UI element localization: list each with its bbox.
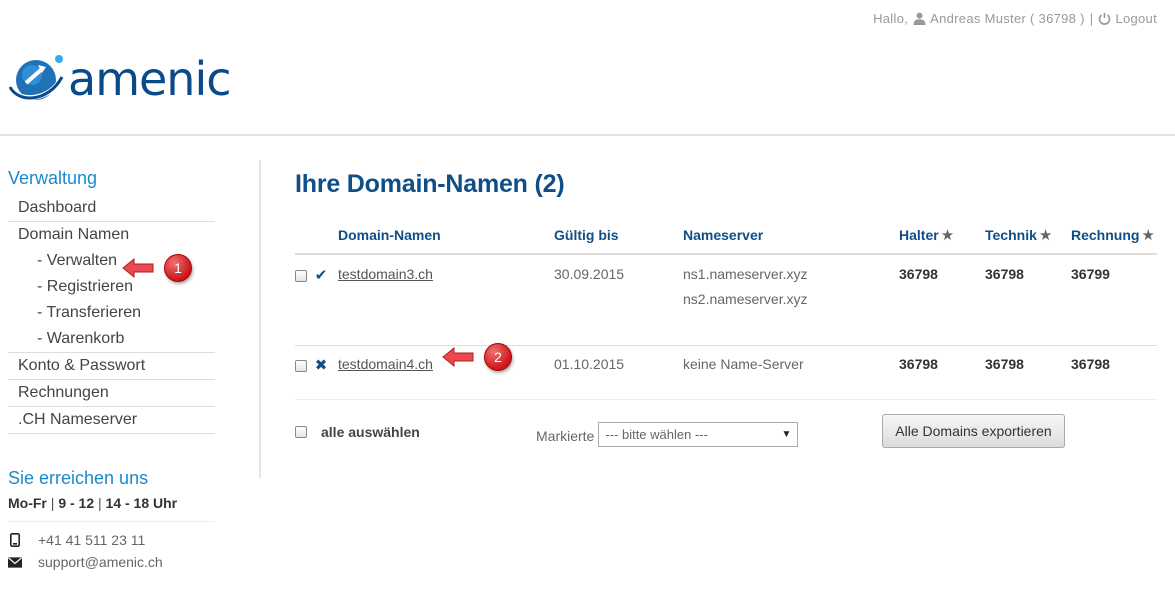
- hours-separator: |: [98, 495, 102, 511]
- hours-slot-1: 9 - 12: [58, 495, 95, 511]
- table-row: ✖ testdomain4.ch 01.10.2015 keine Name-S…: [295, 345, 1157, 400]
- header-holder-label: Halter: [899, 227, 939, 243]
- star-icon: ★: [940, 227, 955, 244]
- table-row: ✔ testdomain3.ch 30.09.2015 ns1.nameserv…: [295, 254, 1157, 346]
- bulk-action-label: Markierte: [536, 427, 595, 444]
- select-all-label: alle auswählen: [321, 424, 420, 440]
- user-name[interactable]: Andreas Muster ( 36798 ): [930, 11, 1085, 26]
- sidebar-item-rechnungen[interactable]: Rechnungen: [8, 380, 215, 407]
- hours-days: Mo-Fr: [8, 495, 47, 511]
- header-domain[interactable]: Domain-Namen: [338, 225, 554, 255]
- header-tech[interactable]: Technik ★: [985, 225, 1071, 255]
- bulk-action: Markierte --- bitte wählen --- ▼: [536, 422, 799, 448]
- valid-until: 30.09.2015: [554, 254, 683, 346]
- row-select-cell: ✖: [295, 345, 338, 400]
- header-divider: [0, 134, 1175, 136]
- header-select: [295, 225, 338, 255]
- check-icon: ✔: [314, 267, 328, 284]
- sidebar-item-konto-passwort[interactable]: Konto & Passwort: [8, 353, 215, 380]
- logout-link[interactable]: Logout: [1115, 11, 1157, 26]
- domain-link[interactable]: testdomain3.ch: [338, 266, 433, 282]
- hours-separator: |: [50, 495, 55, 511]
- sidebar-item-domain-namen[interactable]: Domain Namen: [8, 222, 215, 248]
- callout-1: 1: [122, 254, 192, 282]
- header-billing-label: Rechnung: [1071, 227, 1140, 243]
- dropdown-arrow-icon: ▼: [781, 429, 792, 440]
- callout-number: 1: [164, 254, 192, 282]
- star-icon: ★: [1038, 227, 1053, 244]
- sidebar-subitem-transferieren[interactable]: - Transferieren: [8, 300, 215, 326]
- callout-number: 2: [484, 343, 512, 371]
- nameserver-cell: ns1.nameserver.xyz ns2.nameserver.xyz: [683, 254, 899, 346]
- select-all[interactable]: alle auswählen: [295, 424, 420, 440]
- header-tech-label: Technik: [985, 227, 1037, 243]
- nameserver-2: ns2.nameserver.xyz: [683, 291, 808, 307]
- table-actions: alle auswählen Markierte --- bitte wähle…: [295, 414, 1157, 448]
- page-title: Ihre Domain-Namen (2): [295, 170, 565, 198]
- holder-id: 36798: [899, 254, 985, 346]
- phone-number[interactable]: +41 41 511 23 11: [38, 532, 145, 548]
- sidebar-item-dashboard[interactable]: Dashboard: [8, 195, 215, 222]
- brand-logo[interactable]: amenic: [8, 52, 232, 107]
- star-icon: ★: [1141, 227, 1155, 244]
- sidebar: Verwaltung Dashboard Domain Namen - Verw…: [8, 168, 215, 570]
- domain-link[interactable]: testdomain4.ch: [338, 356, 433, 372]
- bulk-action-value: --- bitte wählen ---: [605, 427, 708, 442]
- contact-phone: +41 41 511 23 11: [8, 532, 215, 548]
- sidebar-item-ch-nameserver[interactable]: .CH Nameserver: [8, 407, 215, 434]
- domain-table: Domain-Namen Gültig bis Nameserver Halte…: [295, 225, 1157, 400]
- contact-email: support@amenic.ch: [8, 554, 215, 570]
- content-divider: [259, 160, 261, 478]
- tech-id: 36798: [985, 254, 1071, 346]
- cross-icon: ✖: [314, 356, 328, 374]
- sidebar-section-title: Verwaltung: [8, 168, 98, 188]
- header-nameserver[interactable]: Nameserver: [683, 225, 899, 255]
- power-icon[interactable]: [1098, 12, 1111, 25]
- top-bar: Hallo, Andreas Muster ( 36798 ) | Logout: [873, 11, 1157, 26]
- nameserver-cell: keine Name-Server: [683, 345, 899, 400]
- arrow-left-icon: [442, 347, 474, 367]
- contact-title: Sie erreichen uns: [8, 468, 149, 488]
- greeting-text: Hallo,: [873, 11, 909, 26]
- bulk-action-select[interactable]: --- bitte wählen --- ▼: [598, 422, 799, 447]
- row-checkbox[interactable]: [295, 359, 307, 372]
- nameserver-1: keine Name-Server: [683, 355, 804, 372]
- email-address[interactable]: support@amenic.ch: [38, 554, 163, 570]
- row-checkbox[interactable]: [295, 270, 307, 283]
- main-content: Ihre Domain-Namen (2) Domain-Namen Gülti…: [295, 170, 1157, 448]
- nameserver-1: ns1.nameserver.xyz: [683, 266, 808, 282]
- sidebar-subitem-warenkorb[interactable]: - Warenkorb: [8, 326, 215, 352]
- callout-2: 2: [442, 343, 512, 371]
- user-icon: [913, 12, 926, 25]
- table-header-row: Domain-Namen Gültig bis Nameserver Halte…: [295, 225, 1157, 255]
- billing-id: 36798: [1071, 345, 1157, 400]
- arrow-left-icon: [122, 258, 154, 278]
- export-all-button[interactable]: Alle Domains exportieren: [882, 414, 1065, 448]
- hours-slot-2: 14 - 18 Uhr: [105, 495, 178, 511]
- billing-id: 36799: [1071, 254, 1157, 346]
- holder-id: 36798: [899, 345, 985, 400]
- brand-name: amenic: [68, 52, 232, 106]
- separator: |: [1089, 11, 1094, 26]
- globe-logo-icon: [8, 55, 64, 101]
- row-select-cell: ✔: [295, 254, 338, 346]
- phone-icon: [8, 533, 22, 547]
- tech-id: 36798: [985, 345, 1071, 400]
- select-all-checkbox[interactable]: [295, 426, 307, 438]
- opening-hours: Mo-Fr | 9 - 12 | 14 - 18 Uhr: [8, 495, 215, 522]
- valid-until: 01.10.2015: [554, 345, 683, 400]
- header-holder[interactable]: Halter ★: [899, 225, 985, 255]
- header-valid-until[interactable]: Gültig bis: [554, 225, 683, 255]
- header-billing[interactable]: Rechnung ★: [1071, 225, 1157, 255]
- sidebar-group-domain-namen: Domain Namen - Verwalten - Registrieren …: [8, 222, 215, 353]
- mail-icon: [8, 555, 22, 569]
